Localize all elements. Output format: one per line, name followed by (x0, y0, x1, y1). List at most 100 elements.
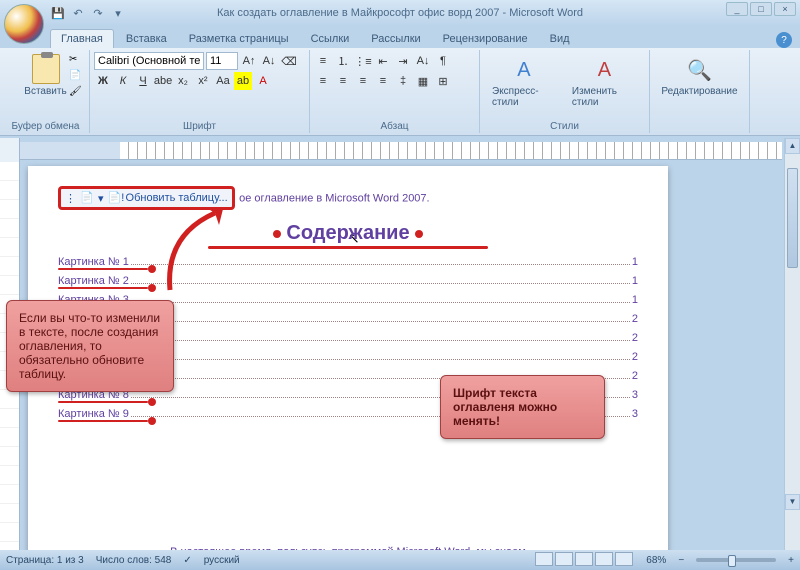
tab-insert[interactable]: Вставка (116, 30, 177, 48)
office-button[interactable] (4, 4, 44, 44)
toc-entry-page: 2 (632, 332, 638, 344)
zoom-slider[interactable] (696, 558, 776, 562)
toc-entry[interactable]: Картинка № 2 1 (58, 274, 638, 289)
toc-entry-page: 2 (632, 351, 638, 363)
redo-icon[interactable]: ↷ (90, 5, 106, 21)
window-title: Как создать оглавление в Майкрософт офис… (217, 7, 583, 19)
save-icon[interactable]: 💾 (50, 5, 66, 21)
copy-icon[interactable]: 📄 (69, 70, 85, 84)
toc-title: Содержание (58, 222, 638, 245)
tab-mailings[interactable]: Рассылки (361, 30, 430, 48)
italic-button[interactable]: К (114, 72, 132, 90)
clipboard-icon (32, 54, 60, 84)
scroll-up-icon[interactable]: ▲ (785, 138, 800, 154)
tab-view[interactable]: Вид (540, 30, 580, 48)
borders-button[interactable]: ⊞ (434, 72, 452, 90)
refresh-icon: 📄! (108, 191, 122, 205)
zoom-out-button[interactable]: − (678, 555, 684, 566)
change-case-button[interactable]: Aa (214, 72, 232, 90)
find-icon: 🔍 (686, 56, 714, 84)
status-language[interactable]: русский (204, 555, 240, 566)
indent-inc-button[interactable]: ⇥ (394, 52, 412, 70)
numbering-button[interactable]: ⒈ (334, 52, 352, 70)
update-table-label[interactable]: Обновить таблицу... (126, 192, 228, 204)
indent-dec-button[interactable]: ⇤ (374, 52, 392, 70)
font-name-select[interactable] (94, 52, 204, 70)
toc-entry-page: 1 (632, 275, 638, 287)
subscript-button[interactable]: x₂ (174, 72, 192, 90)
change-styles-button[interactable]: A Изменить стили (564, 52, 645, 131)
underline-button[interactable]: Ч (134, 72, 152, 90)
help-icon[interactable]: ? (776, 32, 792, 48)
superscript-button[interactable]: x² (194, 72, 212, 90)
change-styles-icon: A (590, 56, 618, 84)
editing-label: Редактирование (661, 86, 737, 97)
paragraph-group-label: Абзац (310, 121, 479, 132)
toc-entry-page: 1 (632, 294, 638, 306)
clipboard-group-label: Буфер обмена (2, 121, 89, 132)
maximize-button[interactable]: □ (750, 2, 772, 16)
qat-dropdown-icon[interactable]: ▾ (110, 5, 126, 21)
toc-entry[interactable]: Картинка № 11 (58, 255, 638, 270)
line-spacing-button[interactable]: ‡ (394, 72, 412, 90)
intro-text: ое оглавление в Microsoft Word 2007. (239, 193, 429, 205)
quick-access-toolbar: 💾 ↶ ↷ ▾ (50, 5, 126, 21)
highlight-button[interactable]: ab (234, 72, 252, 90)
shading-button[interactable]: ▦ (414, 72, 432, 90)
sort-button[interactable]: A↓ (414, 52, 432, 70)
tab-references[interactable]: Ссылки (301, 30, 360, 48)
ribbon-tabs: Главная Вставка Разметка страницы Ссылки… (0, 26, 800, 48)
quick-styles-label: Экспресс-стили (492, 86, 556, 108)
minimize-button[interactable]: _ (726, 2, 748, 16)
tab-home[interactable]: Главная (50, 29, 114, 48)
styles-group-label: Стили (480, 121, 649, 132)
title-bar: 💾 ↶ ↷ ▾ Как создать оглавление в Майкрос… (0, 0, 800, 26)
undo-icon[interactable]: ↶ (70, 5, 86, 21)
align-justify-button[interactable]: ≡ (374, 72, 392, 90)
tab-review[interactable]: Рецензирование (433, 30, 538, 48)
cut-icon[interactable]: ✂ (69, 54, 85, 68)
grow-font-icon[interactable]: A↑ (240, 52, 258, 70)
toc-dropdown-icon[interactable]: ▾ (98, 192, 104, 205)
group-clipboard: Вставить ✂ 📄 🖌 Буфер обмена (2, 50, 90, 133)
shrink-font-icon[interactable]: A↓ (260, 52, 278, 70)
toc-handle-icon[interactable]: ⋮ (65, 192, 76, 205)
tab-page-layout[interactable]: Разметка страницы (179, 30, 299, 48)
show-marks-button[interactable]: ¶ (434, 52, 452, 70)
scroll-down-icon[interactable]: ▼ (785, 494, 800, 510)
view-buttons[interactable] (534, 552, 634, 569)
zoom-in-button[interactable]: + (788, 555, 794, 566)
status-proof-icon[interactable]: ✓ (183, 555, 191, 566)
quick-styles-icon: A (510, 56, 538, 84)
close-button[interactable]: × (774, 2, 796, 16)
callout-font: Шрифт текста оглавленя можно менять! (440, 375, 605, 439)
zoom-level[interactable]: 68% (646, 555, 666, 566)
vertical-scrollbar[interactable]: ▲ ▼ (784, 138, 800, 550)
toc-entry-name: Картинка № 1 (58, 256, 129, 268)
toc-entry-name: Картинка № 2 (58, 275, 129, 287)
font-color-button[interactable]: A (254, 72, 272, 90)
bold-button[interactable]: Ж (94, 72, 112, 90)
group-font: A↑ A↓ ⌫ Ж К Ч abe x₂ x² Aa ab A Шрифт (90, 50, 310, 133)
font-size-select[interactable] (206, 52, 238, 70)
align-left-button[interactable]: ≡ (314, 72, 332, 90)
clear-format-icon[interactable]: ⌫ (280, 52, 298, 70)
scroll-thumb[interactable] (787, 168, 798, 268)
status-page[interactable]: Страница: 1 из 3 (6, 555, 84, 566)
status-words[interactable]: Число слов: 548 (96, 555, 172, 566)
format-painter-icon[interactable]: 🖌 (69, 86, 85, 100)
align-right-button[interactable]: ≡ (354, 72, 372, 90)
align-center-button[interactable]: ≡ (334, 72, 352, 90)
toc-update-toolbar[interactable]: ⋮ 📄 ▾ 📄! Обновить таблицу... (58, 186, 235, 210)
strike-button[interactable]: abe (154, 72, 172, 90)
quick-styles-button[interactable]: A Экспресс-стили (484, 52, 564, 131)
group-editing: 🔍 Редактирование (650, 50, 750, 133)
horizontal-ruler[interactable] (20, 142, 782, 160)
bullets-button[interactable]: ≡ (314, 52, 332, 70)
toc-entry-name: Картинка № 9 (58, 408, 129, 420)
multilevel-button[interactable]: ⋮≡ (354, 52, 372, 70)
paste-label: Вставить (24, 86, 66, 97)
status-bar: Страница: 1 из 3 Число слов: 548 ✓ русск… (0, 550, 800, 570)
editing-button[interactable]: 🔍 Редактирование (654, 52, 745, 101)
toc-entry-page: 3 (632, 389, 638, 401)
